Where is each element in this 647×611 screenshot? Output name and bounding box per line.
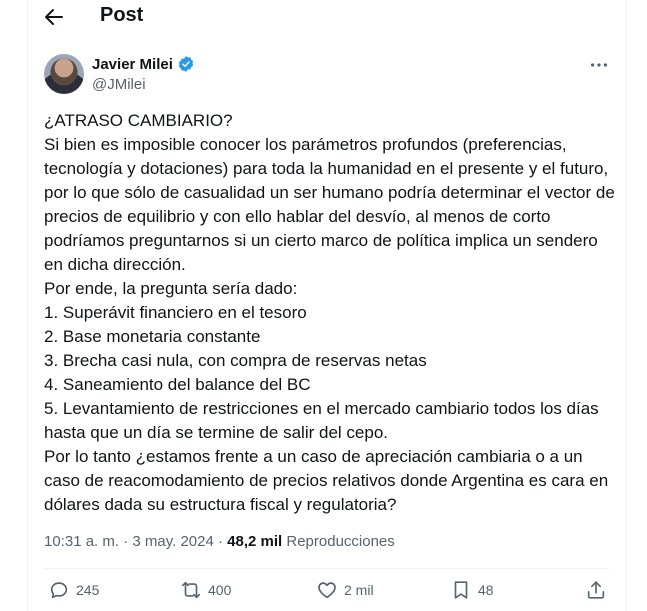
avatar[interactable] — [44, 54, 84, 94]
repost-button[interactable]: 400 — [180, 579, 231, 601]
heart-icon — [318, 582, 336, 599]
verified-badge-icon — [178, 56, 194, 72]
author-name-row[interactable]: Javier Milei — [92, 55, 195, 73]
reply-bubble-icon — [50, 582, 68, 599]
page-title: Post — [100, 4, 144, 26]
tweet-meta: 10:31 a. m. · 3 may. 2024 · 48,2 mil Rep… — [44, 533, 395, 550]
share-icon — [587, 581, 605, 599]
bookmark-button[interactable]: 48 — [450, 579, 494, 601]
repost-count: 400 — [208, 582, 232, 598]
views-label: Reproducciones — [286, 533, 395, 550]
bookmark-count: 48 — [478, 582, 494, 598]
author-name[interactable]: Javier Milei — [92, 56, 173, 73]
divider — [44, 568, 610, 569]
action-bar: 245 400 2 mil 48 — [44, 579, 610, 607]
views-count: 48,2 mil — [227, 533, 283, 550]
bookmark-icon — [454, 581, 468, 599]
post-header: Post — [28, 0, 626, 34]
reply-count: 245 — [76, 582, 100, 598]
more-dots-icon[interactable] — [588, 54, 610, 76]
like-button[interactable]: 2 mil — [316, 579, 374, 601]
tweet-text: ¿ATRASO CAMBIARIO? Si bien es imposible … — [44, 111, 615, 514]
share-button[interactable] — [585, 579, 607, 601]
author-handle[interactable]: @JMilei — [92, 76, 146, 93]
reply-button[interactable]: 245 — [48, 579, 99, 601]
post-column: Post Javier Milei @JMilei ¿ATRASO CAMBIA… — [27, 0, 627, 611]
tweet-timestamp[interactable]: 10:31 a. m. · 3 may. 2024 — [44, 533, 214, 550]
like-count: 2 mil — [344, 582, 374, 598]
arrow-left-icon[interactable] — [42, 5, 66, 29]
repost-icon — [181, 581, 201, 599]
meta-separator: · — [213, 533, 228, 550]
